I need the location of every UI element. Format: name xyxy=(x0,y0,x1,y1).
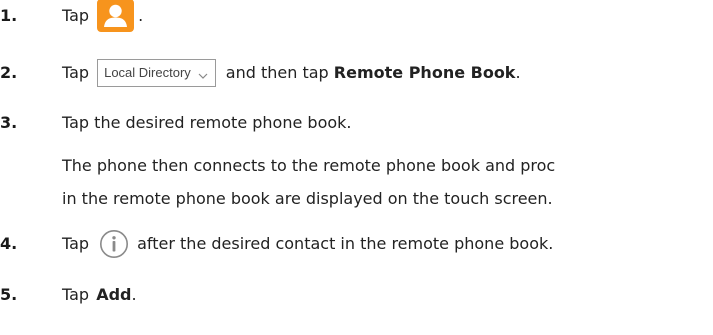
info-icon xyxy=(99,229,129,259)
step-3-note-line-2: in the remote phone book are displayed o… xyxy=(62,189,553,208)
step-number: 3. xyxy=(0,113,18,132)
step-number: 4. xyxy=(0,234,18,253)
step-text-end: . xyxy=(515,63,521,82)
step-text-end: . xyxy=(138,5,144,25)
step-number: 2. xyxy=(0,63,18,82)
dropdown-label: Local Directory xyxy=(104,65,191,80)
contacts-icon xyxy=(97,0,135,32)
chevron-down-icon xyxy=(197,67,209,79)
step-text-end: . xyxy=(131,285,137,304)
step-text-end: after the desired contact in the remote … xyxy=(137,234,554,253)
add-label: Add xyxy=(96,285,132,304)
step-text: Tap xyxy=(62,234,90,253)
step-3-note-line-1: The phone then connects to the remote ph… xyxy=(62,156,556,175)
step-number: 1. xyxy=(0,6,18,25)
step-text: Tap xyxy=(62,285,90,304)
remote-phone-book-label: Remote Phone Book xyxy=(333,63,516,82)
step-text: Tap xyxy=(62,5,90,25)
step-text-middle: and then tap xyxy=(225,63,329,82)
local-directory-dropdown[interactable]: Local Directory xyxy=(97,59,216,87)
step-number: 5. xyxy=(0,285,18,304)
step-text: Tap the desired remote phone book. xyxy=(62,113,352,132)
step-text: Tap xyxy=(62,63,90,82)
